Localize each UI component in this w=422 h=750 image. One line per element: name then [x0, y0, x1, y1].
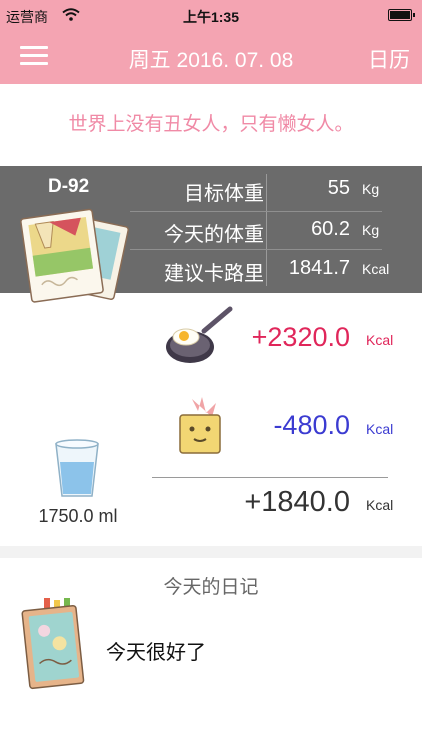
- status-bar: 运营商 上午1:35: [0, 0, 422, 30]
- intake-calories: +2320.0: [251, 322, 350, 352]
- dday-counter: D-92: [48, 176, 90, 197]
- battery-icon: [388, 9, 415, 21]
- stats-unit: Kg: [362, 222, 380, 238]
- nav-bar: 周五 2016. 07. 08 日历: [0, 30, 422, 84]
- status-time: 上午1:35: [182, 9, 240, 25]
- stats-unit: Kcal: [362, 261, 390, 277]
- water-amount: 1750.0 ml: [38, 506, 118, 526]
- sum-divider: [152, 477, 388, 478]
- burned-unit: Kcal: [366, 421, 394, 437]
- burned-calories: -480.0: [273, 410, 350, 440]
- stats-row-target-weight[interactable]: 目标体重 55 Kg: [132, 169, 380, 207]
- stats-row-suggested-calories: 建议卡路里 1841.7 Kcal: [132, 249, 389, 287]
- stats-label: 目标体重: [184, 183, 264, 205]
- diary-title: 今天的日记: [163, 577, 259, 598]
- stats-label: 建议卡路里: [164, 263, 264, 285]
- page-title: 周五 2016. 07. 08: [128, 49, 294, 72]
- stats-value: 55: [327, 177, 350, 199]
- section-divider: [0, 546, 422, 558]
- frying-pan-icon[interactable]: [164, 305, 234, 371]
- stats-value: 1841.7: [288, 257, 350, 279]
- motto-text: 世界上没有丑女人，只有懒女人。: [68, 114, 354, 135]
- stats-value: 60.2: [311, 218, 350, 240]
- photo-album-icon[interactable]: [20, 206, 130, 306]
- stats-unit: Kg: [362, 181, 380, 197]
- net-calories: +1840.0: [244, 486, 350, 518]
- exercise-icon[interactable]: [172, 393, 228, 457]
- diary-book-icon[interactable]: [20, 596, 86, 692]
- intake-unit: Kcal: [366, 332, 394, 348]
- diary-entry-text[interactable]: 今天很好了: [106, 636, 206, 665]
- water-glass-icon[interactable]: [50, 436, 104, 500]
- stats-row-today-weight[interactable]: 今天的体重 60.2 Kg: [132, 210, 380, 248]
- calendar-button[interactable]: 日历: [368, 44, 410, 74]
- net-calories-unit: Kcal: [366, 497, 394, 513]
- stats-label: 今天的体重: [164, 224, 264, 246]
